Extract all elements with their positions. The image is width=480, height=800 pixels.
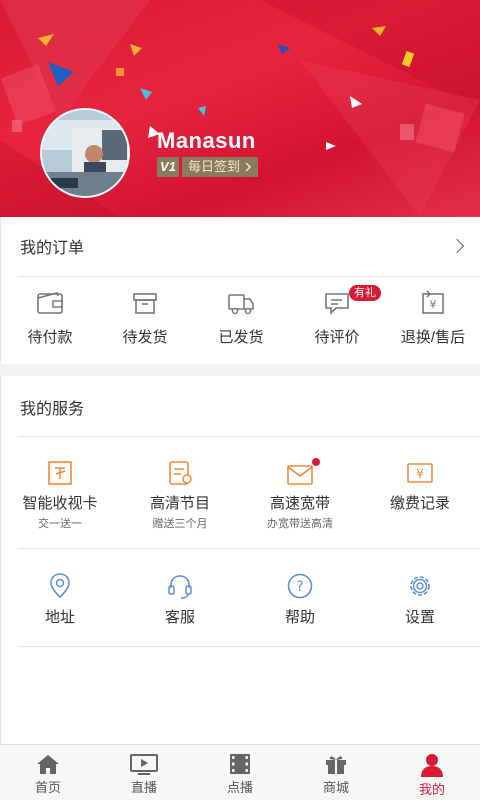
tab-vod[interactable]: 点播	[192, 745, 288, 800]
tab-label: 直播	[130, 780, 157, 795]
payment-record-icon: ¥	[407, 463, 433, 483]
svg-text:¥: ¥	[416, 467, 424, 481]
service-label: 客服	[164, 609, 195, 626]
section-gap	[0, 364, 480, 376]
headset-icon	[168, 575, 192, 599]
wallet-icon	[37, 292, 63, 314]
tab-label: 商城	[322, 780, 349, 795]
order-item-label: 已发货	[218, 329, 264, 346]
divider	[18, 646, 480, 647]
service-payment-records[interactable]: ¥ 缴费记录	[360, 460, 480, 513]
divider	[18, 436, 480, 437]
daily-checkin-button[interactable]: 每日签到	[182, 157, 259, 177]
order-item-label: 待评价	[314, 329, 360, 346]
tv-card-icon	[48, 461, 72, 485]
service-label: 缴费记录	[389, 495, 450, 512]
order-item-label: 待发货	[122, 329, 168, 346]
chevron-right-icon	[245, 162, 252, 172]
help-icon: ?	[287, 573, 313, 599]
my-services-title: 我的服务	[20, 401, 85, 418]
my-services-row: 我的服务	[0, 378, 480, 436]
service-label: 帮助	[284, 609, 315, 626]
service-settings[interactable]: 设置	[360, 572, 480, 627]
broadband-icon	[287, 465, 313, 485]
service-help[interactable]: ? 帮助	[240, 572, 360, 627]
my-orders-row[interactable]: 我的订单	[0, 217, 480, 275]
order-to-review[interactable]: 有礼 待评价	[289, 285, 385, 350]
service-subtitle: 交一送一	[38, 518, 82, 530]
svg-text:?: ?	[296, 579, 303, 595]
home-icon	[37, 755, 59, 774]
service-label: 高速宽带	[269, 495, 330, 512]
tab-mall[interactable]: 商城	[288, 745, 384, 800]
comment-icon	[325, 293, 349, 315]
tab-label: 首页	[34, 780, 61, 795]
tab-label: 点播	[226, 780, 253, 795]
service-label: 高清节目	[149, 495, 210, 512]
service-label: 智能收视卡	[22, 495, 98, 512]
bottom-tab-bar: 首页 直播 点播 商城 我的	[0, 744, 480, 800]
profile-header: Manasun V1 每日签到	[0, 0, 480, 217]
vip-level-badge: V1	[157, 157, 179, 177]
avatar-photo	[42, 110, 128, 196]
service-broadband[interactable]: 高速宽带 办宽带送高清	[240, 458, 360, 531]
service-address[interactable]: 地址	[0, 572, 120, 627]
hd-program-icon	[169, 461, 192, 485]
divider	[18, 276, 480, 277]
order-return-aftersale[interactable]: ¥ 退换/售后	[385, 290, 480, 350]
avatar[interactable]	[40, 108, 130, 198]
service-subtitle: 赠送三个月	[152, 518, 208, 530]
service-hd-programs[interactable]: 高清节目 赠送三个月	[120, 460, 240, 531]
chevron-right-icon	[449, 238, 465, 254]
order-pending-payment[interactable]: 待付款	[2, 290, 98, 350]
user-icon	[421, 754, 443, 777]
service-smart-tv-card[interactable]: 智能收视卡 交一送一	[0, 460, 120, 531]
location-icon	[50, 573, 70, 599]
service-label: 地址	[44, 609, 75, 626]
new-indicator-dot	[312, 458, 320, 466]
service-subtitle: 办宽带送高清	[267, 518, 333, 530]
settings-icon	[410, 576, 430, 596]
order-item-label: 退换/售后	[400, 329, 466, 346]
order-awaiting-shipment[interactable]: 待发货	[97, 290, 193, 350]
gift-icon	[326, 756, 346, 774]
order-shipped[interactable]: 已发货	[193, 290, 289, 350]
service-label: 设置	[404, 609, 435, 626]
tab-me[interactable]: 我的	[384, 745, 480, 800]
live-tv-icon	[130, 754, 158, 775]
box-icon	[133, 293, 157, 314]
order-item-label: 待付款	[27, 329, 73, 346]
tab-home[interactable]: 首页	[0, 745, 96, 800]
svg-text:¥: ¥	[430, 298, 437, 311]
tab-label: 我的	[418, 782, 445, 797]
divider	[18, 548, 480, 549]
truck-icon	[228, 294, 254, 315]
return-icon: ¥	[422, 290, 444, 314]
service-customer-support[interactable]: 客服	[120, 572, 240, 627]
checkin-label: 每日签到	[188, 159, 241, 174]
tab-live[interactable]: 直播	[96, 745, 192, 800]
username: Manasun	[157, 128, 256, 153]
film-icon	[230, 754, 250, 774]
gift-badge: 有礼	[349, 285, 381, 301]
my-orders-title: 我的订单	[20, 240, 85, 257]
